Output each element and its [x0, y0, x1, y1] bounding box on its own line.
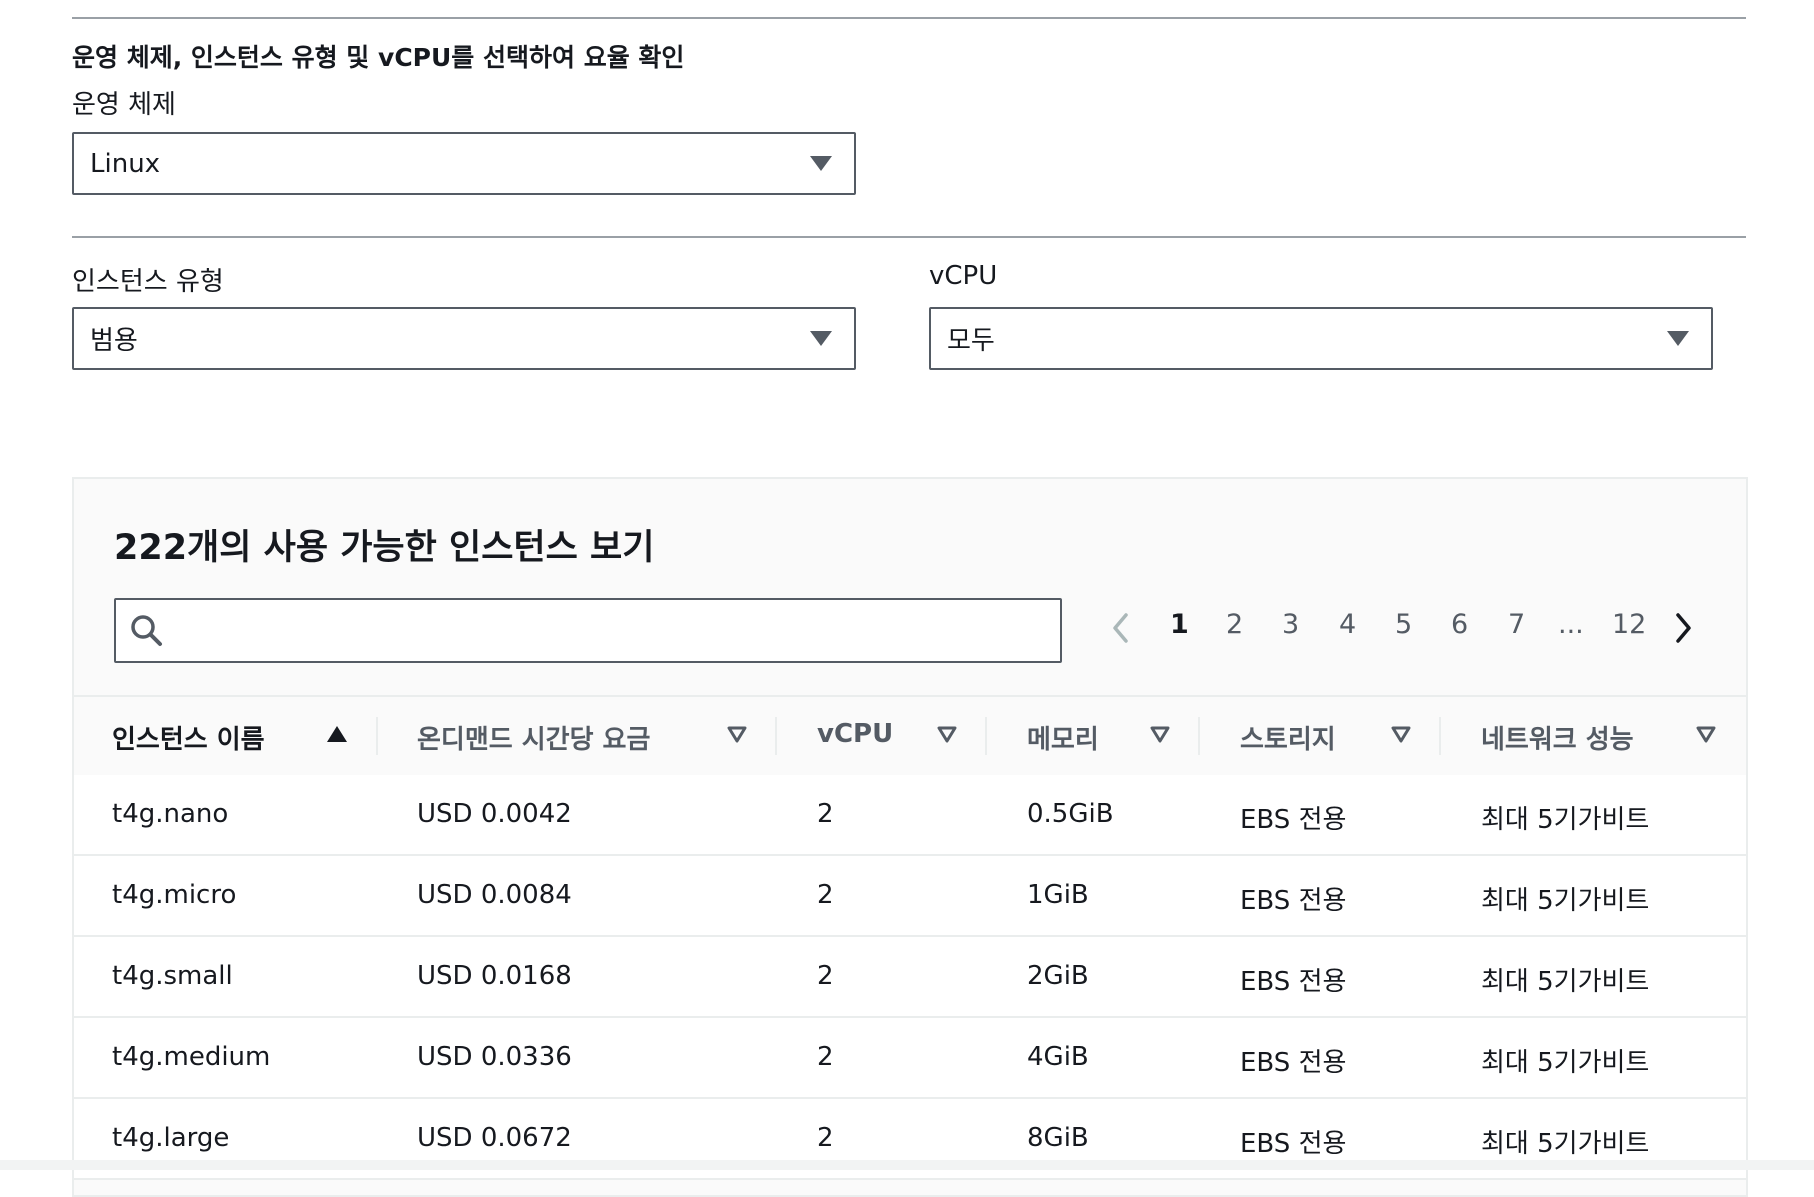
top-divider	[72, 17, 1746, 19]
column-header-instance-name[interactable]: 인스턴스 이름	[112, 719, 265, 756]
page-12[interactable]: 12	[1612, 609, 1646, 640]
column-header-on-demand-price[interactable]: 온디맨드 시간당 요금	[417, 719, 650, 756]
column-header-memory[interactable]: 메모리	[1027, 719, 1099, 756]
cell-storage: EBS 전용	[1240, 805, 1347, 835]
cell-instance-name: t4g.nano	[112, 799, 229, 829]
cell-instance-name: t4g.medium	[112, 1042, 271, 1072]
os-select[interactable]: Linux	[72, 132, 856, 195]
table-row[interactable]: t4g.small USD 0.0168 2 2GiB EBS 전용 최대 5기…	[74, 937, 1746, 1018]
column-header-network[interactable]: 네트워크 성능	[1481, 719, 1634, 756]
column-separator	[1198, 717, 1200, 755]
caret-down-icon	[810, 156, 832, 171]
cell-network: 최대 5기가비트	[1481, 1129, 1650, 1159]
sort-descending-icon[interactable]	[726, 725, 748, 743]
caret-down-icon	[1667, 331, 1689, 346]
page-3[interactable]: 3	[1282, 609, 1299, 640]
vcpu-select[interactable]: 모두	[929, 307, 1713, 370]
cell-price: USD 0.0168	[417, 961, 572, 991]
cell-network: 최대 5기가비트	[1481, 805, 1650, 835]
instance-type-select-value: 범용	[90, 326, 138, 356]
page-5[interactable]: 5	[1395, 609, 1412, 640]
chevron-right-icon[interactable]	[1672, 611, 1694, 645]
sort-descending-icon[interactable]	[1695, 725, 1717, 743]
cell-price: USD 0.0042	[417, 799, 572, 829]
caret-down-icon	[810, 331, 832, 346]
table-row[interactable]: t4g.nano USD 0.0042 2 0.5GiB EBS 전용 최대 5…	[74, 775, 1746, 856]
page-1[interactable]: 1	[1170, 609, 1189, 640]
page-6[interactable]: 6	[1451, 609, 1468, 640]
cell-vcpu: 2	[817, 1123, 834, 1153]
column-separator	[985, 717, 987, 755]
cell-storage: EBS 전용	[1240, 1129, 1347, 1159]
cell-memory: 0.5GiB	[1027, 799, 1114, 829]
section-heading: 운영 체제, 인스턴스 유형 및 vCPU를 선택하여 요율 확인	[72, 43, 685, 72]
panel-title: 222개의 사용 가능한 인스턴스 보기	[114, 528, 655, 568]
cell-vcpu: 2	[817, 880, 834, 910]
os-select-value: Linux	[90, 148, 161, 179]
cell-instance-name: t4g.large	[112, 1123, 230, 1153]
column-separator	[1439, 717, 1441, 755]
cell-vcpu: 2	[817, 961, 834, 991]
cell-network: 최대 5기가비트	[1481, 967, 1650, 997]
chevron-left-icon[interactable]	[1110, 611, 1132, 645]
sort-ascending-icon[interactable]	[326, 725, 348, 743]
cell-storage: EBS 전용	[1240, 886, 1347, 916]
cell-memory: 2GiB	[1027, 961, 1089, 991]
page-ellipsis: ...	[1558, 609, 1584, 640]
cell-memory: 1GiB	[1027, 880, 1089, 910]
column-header-vcpu[interactable]: vCPU	[817, 719, 893, 749]
table-header: 인스턴스 이름 온디맨드 시간당 요금 vCPU 메모리 스토리지 네트워크 성…	[74, 695, 1746, 777]
cell-vcpu: 2	[817, 1042, 834, 1072]
table-body: t4g.nano USD 0.0042 2 0.5GiB EBS 전용 최대 5…	[74, 775, 1746, 1180]
cell-price: USD 0.0672	[417, 1123, 572, 1153]
instances-panel: 222개의 사용 가능한 인스턴스 보기 1 2 3 4 5 6 7 ... 1…	[72, 477, 1748, 1197]
cell-instance-name: t4g.small	[112, 961, 233, 991]
cell-price: USD 0.0084	[417, 880, 572, 910]
cell-vcpu: 2	[817, 799, 834, 829]
cell-network: 최대 5기가비트	[1481, 1048, 1650, 1078]
instance-type-select[interactable]: 범용	[72, 307, 856, 370]
instance-type-label: 인스턴스 유형	[72, 267, 224, 297]
cell-instance-name: t4g.micro	[112, 880, 237, 910]
page-7[interactable]: 7	[1508, 609, 1525, 640]
cell-memory: 4GiB	[1027, 1042, 1089, 1072]
middle-divider	[72, 236, 1746, 238]
column-separator	[376, 717, 378, 755]
page-bottom-edge	[0, 1160, 1814, 1170]
cell-network: 최대 5기가비트	[1481, 886, 1650, 916]
column-separator	[775, 717, 777, 755]
page-2[interactable]: 2	[1226, 609, 1243, 640]
cell-storage: EBS 전용	[1240, 1048, 1347, 1078]
sort-descending-icon[interactable]	[936, 725, 958, 743]
cell-price: USD 0.0336	[417, 1042, 572, 1072]
cell-storage: EBS 전용	[1240, 967, 1347, 997]
vcpu-label: vCPU	[929, 261, 998, 291]
pagination: 1 2 3 4 5 6 7 ... 12	[74, 609, 1746, 649]
page-4[interactable]: 4	[1339, 609, 1356, 640]
vcpu-select-value: 모두	[947, 326, 995, 356]
table-row[interactable]: t4g.micro USD 0.0084 2 1GiB EBS 전용 최대 5기…	[74, 856, 1746, 937]
table-row[interactable]: t4g.medium USD 0.0336 2 4GiB EBS 전용 최대 5…	[74, 1018, 1746, 1099]
sort-descending-icon[interactable]	[1149, 725, 1171, 743]
column-header-storage[interactable]: 스토리지	[1240, 719, 1336, 756]
sort-descending-icon[interactable]	[1390, 725, 1412, 743]
cell-memory: 8GiB	[1027, 1123, 1089, 1153]
os-label: 운영 체제	[72, 90, 176, 120]
